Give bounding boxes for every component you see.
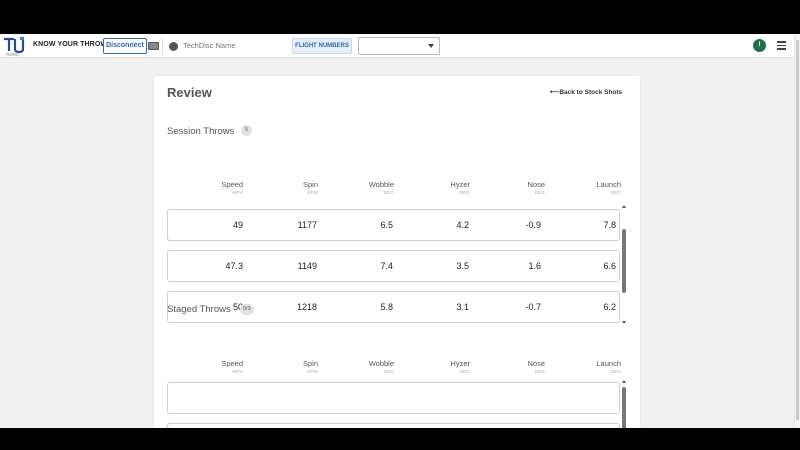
column-name: Hyzer xyxy=(450,180,470,189)
column-name: Speed xyxy=(221,180,243,189)
disc-select[interactable] xyxy=(358,37,440,55)
flight-numbers-button[interactable]: FLIGHT NUMBERS xyxy=(292,38,352,54)
battery-icon xyxy=(148,42,159,50)
cell-wobble: 5.8 xyxy=(380,302,393,312)
cell-spin: 1149 xyxy=(297,261,317,271)
scroll-up-icon[interactable] xyxy=(622,380,626,383)
cell-hyzer: 4.2 xyxy=(456,220,469,230)
page-title: Review xyxy=(167,85,212,100)
scroll-down-icon[interactable] xyxy=(622,321,626,324)
top-bar: TECHDISC KNOW YOUR THROW Disconnect FLIG… xyxy=(0,34,800,58)
chevron-down-icon xyxy=(428,44,434,48)
column-unit: MPH xyxy=(232,369,243,374)
session-col-header-hyzer: Hyzer DEG xyxy=(400,180,470,195)
cell-spin: 1177 xyxy=(297,220,317,230)
session-col-header-launch: Launch DEG xyxy=(551,180,621,195)
techdisc-logo[interactable]: TECHDISC xyxy=(3,36,29,56)
staged-col-header-hyzer: Hyzer DEG xyxy=(400,359,470,374)
staged-col-header-speed: Speed MPH xyxy=(173,359,243,374)
session-throws-title: Session Throws xyxy=(167,126,235,137)
cell-launch: 6.2 xyxy=(603,302,616,312)
column-unit: DEG xyxy=(534,369,545,374)
session-count-badge: 5 xyxy=(241,125,252,136)
session-col-header-wobble: Wobble DEG xyxy=(324,180,394,195)
column-name: Hyzer xyxy=(450,359,470,368)
cell-hyzer: 3.1 xyxy=(456,302,469,312)
column-unit: DEG xyxy=(383,369,394,374)
hamburger-menu-icon[interactable] xyxy=(777,41,787,50)
staged-throw-row[interactable] xyxy=(167,382,620,414)
connection-status-icon xyxy=(169,42,178,51)
staged-col-header-spin: Spin RPM xyxy=(248,359,318,374)
cell-speed: 49 xyxy=(232,220,243,230)
cell-hyzer: 3.5 xyxy=(456,261,469,271)
staged-scrollbar[interactable] xyxy=(622,380,626,428)
column-name: Nose xyxy=(527,180,545,189)
column-name: Wobble xyxy=(368,359,394,368)
session-scrollbar[interactable] xyxy=(622,205,626,324)
column-unit: RPM xyxy=(307,369,318,374)
column-unit: MPH xyxy=(232,190,243,195)
staged-throws-title: Staged Throws xyxy=(167,304,231,315)
cell-wobble: 6.5 xyxy=(380,220,393,230)
session-col-header-nose: Nose DEG xyxy=(475,180,545,195)
back-to-stock-shots-link[interactable]: ⟵Back to Stock Shots xyxy=(550,88,622,96)
column-name: Nose xyxy=(527,359,545,368)
cell-launch: 6.6 xyxy=(603,261,616,271)
column-unit: DEG xyxy=(383,190,394,195)
session-throw-row[interactable]: 49 1177 6.5 4.2 -0.9 7.8 xyxy=(167,209,620,241)
session-col-header-speed: Speed MPH xyxy=(173,180,243,195)
review-card: Review ⟵Back to Stock Shots Session Thro… xyxy=(154,76,640,428)
session-throw-row[interactable]: 50 1218 5.8 3.1 -0.7 6.2 xyxy=(167,291,620,323)
staged-col-header-wobble: Wobble DEG xyxy=(324,359,394,374)
brand-name: KNOW YOUR THROW xyxy=(33,41,108,48)
cell-speed: 47.3 xyxy=(225,261,243,271)
page-scrollbar[interactable] xyxy=(794,34,800,428)
cell-launch: 7.8 xyxy=(603,220,616,230)
cell-nose: 1.6 xyxy=(528,261,541,271)
cell-spin: 1218 xyxy=(296,302,317,312)
column-name: Launch xyxy=(596,180,621,189)
column-name: Wobble xyxy=(368,180,394,189)
column-unit: DEG xyxy=(534,190,545,195)
column-unit: DEG xyxy=(610,369,621,374)
scroll-thumb[interactable] xyxy=(622,387,626,428)
column-name: Spin xyxy=(302,180,318,189)
session-col-header-spin: Spin RPM xyxy=(248,180,318,195)
cell-wobble: 7.4 xyxy=(380,261,393,271)
column-name: Speed xyxy=(221,359,243,368)
scroll-thumb[interactable] xyxy=(622,229,626,293)
cell-nose: -0.9 xyxy=(525,220,541,230)
column-unit: DEG xyxy=(459,369,470,374)
staged-throw-row[interactable] xyxy=(167,423,620,428)
column-unit: RPM xyxy=(307,190,318,195)
staged-count-badge: 0/3 xyxy=(240,304,254,315)
header-divider xyxy=(162,38,163,54)
session-throw-row[interactable]: 47.3 1149 7.4 3.5 1.6 6.6 xyxy=(167,250,620,282)
app-screen: TECHDISC KNOW YOUR THROW Disconnect FLIG… xyxy=(0,34,800,428)
column-name: Spin xyxy=(302,359,318,368)
disconnect-button[interactable]: Disconnect xyxy=(103,38,147,54)
column-unit: DEG xyxy=(459,190,470,195)
cell-nose: -0.7 xyxy=(525,302,541,312)
staged-col-header-nose: Nose DEG xyxy=(475,359,545,374)
scroll-up-icon[interactable] xyxy=(622,205,626,208)
column-unit: DEG xyxy=(610,190,621,195)
avatar[interactable]: I xyxy=(753,39,766,52)
staged-col-header-launch: Launch DEG xyxy=(551,359,621,374)
techdisc-name-input[interactable] xyxy=(183,39,283,52)
column-name: Launch xyxy=(596,359,621,368)
svg-text:TECHDISC: TECHDISC xyxy=(6,53,19,57)
